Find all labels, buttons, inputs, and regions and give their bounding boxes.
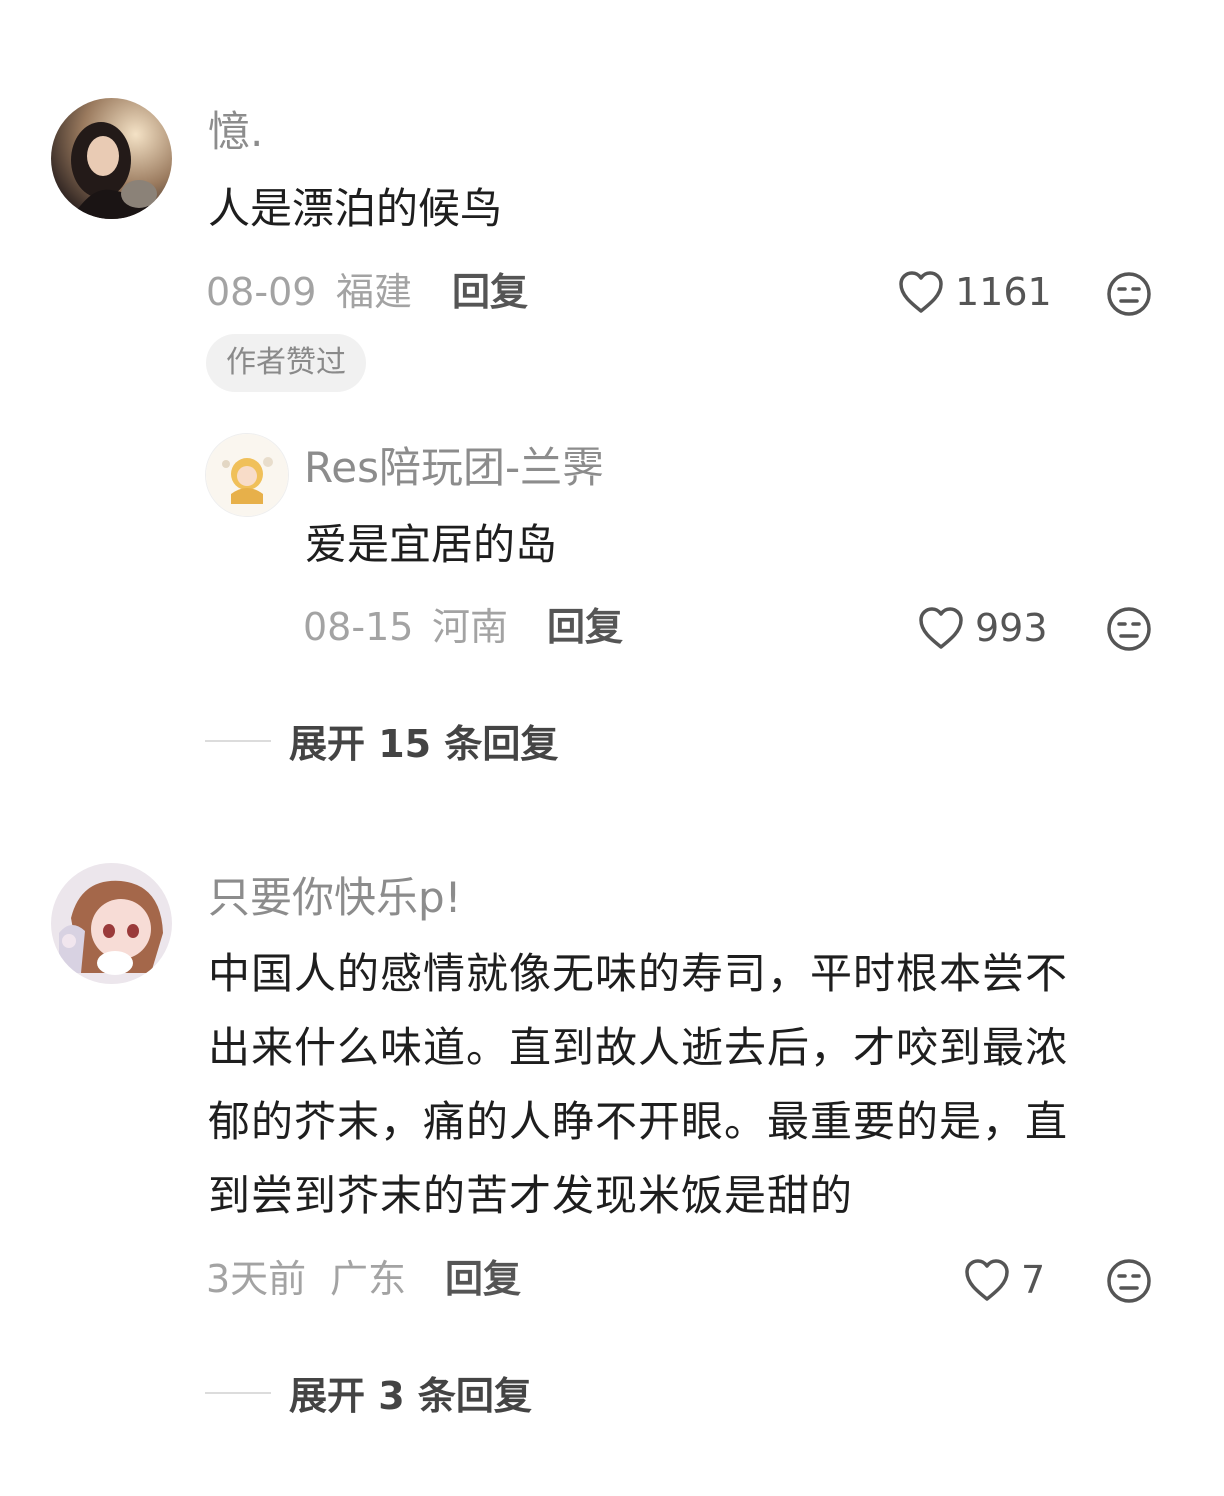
like-button[interactable]: 993: [917, 606, 1048, 650]
reply-avatar[interactable]: [205, 433, 289, 517]
meh-face-icon[interactable]: [1106, 606, 1152, 656]
comment-location: 福建: [336, 270, 413, 314]
reply-button[interactable]: 回复: [547, 608, 623, 646]
heart-outline-icon: [917, 606, 965, 650]
expand-replies-label: 展开 3 条回复: [289, 1374, 532, 1418]
like-button[interactable]: 1161: [897, 270, 1052, 314]
reply-username[interactable]: Res陪玩团-兰霁: [304, 447, 604, 489]
comment-date: 08-09: [206, 270, 317, 314]
meh-face-icon[interactable]: [1106, 271, 1152, 321]
like-count: 993: [975, 606, 1048, 650]
avatar[interactable]: [51, 98, 172, 219]
like-button[interactable]: 7: [963, 1258, 1045, 1302]
comment-text-line: 中国人的感情就像无味的寿司，平时根本尝不: [208, 949, 1069, 998]
comment-username[interactable]: 只要你快乐p!: [208, 877, 462, 919]
heart-outline-icon: [963, 1258, 1011, 1302]
expand-replies-label: 展开 15 条回复: [289, 722, 559, 766]
divider: [205, 739, 271, 742]
comment-text: 中国人的感情就像无味的寿司，平时根本尝不 出来什么味道。直到故人逝去后，才咬到最…: [208, 937, 1153, 1233]
like-count: 1161: [955, 270, 1052, 314]
expand-replies-button[interactable]: 展开 3 条回复: [205, 1365, 532, 1420]
comment-text: 人是漂泊的候鸟: [208, 184, 503, 233]
comment-location: 广东: [330, 1257, 407, 1301]
meh-face-icon[interactable]: [1106, 1258, 1152, 1308]
like-count: 7: [1021, 1258, 1046, 1302]
reply-button[interactable]: 回复: [452, 273, 528, 311]
comment-text-line: 到尝到芥末的苦才发现米饭是甜的: [208, 1171, 854, 1220]
avatar[interactable]: [51, 863, 172, 984]
comment-text-line: 出来什么味道。直到故人逝去后，才咬到最浓: [208, 1023, 1069, 1072]
expand-replies-button[interactable]: 展开 15 条回复: [205, 713, 558, 768]
reply-location: 河南: [432, 605, 509, 649]
reply-date: 08-15: [303, 605, 414, 649]
comment-date: 3天前: [206, 1257, 307, 1301]
reply-text: 爱是宜居的岛: [305, 520, 558, 569]
heart-outline-icon: [897, 270, 945, 314]
reply-button[interactable]: 回复: [445, 1260, 521, 1298]
author-liked-badge: 作者赞过: [206, 334, 366, 392]
divider: [205, 1391, 271, 1394]
comment-text-line: 郁的芥末，痛的人睁不开眼。最重要的是，直: [208, 1097, 1069, 1146]
comment-username[interactable]: 憶.: [208, 111, 263, 153]
